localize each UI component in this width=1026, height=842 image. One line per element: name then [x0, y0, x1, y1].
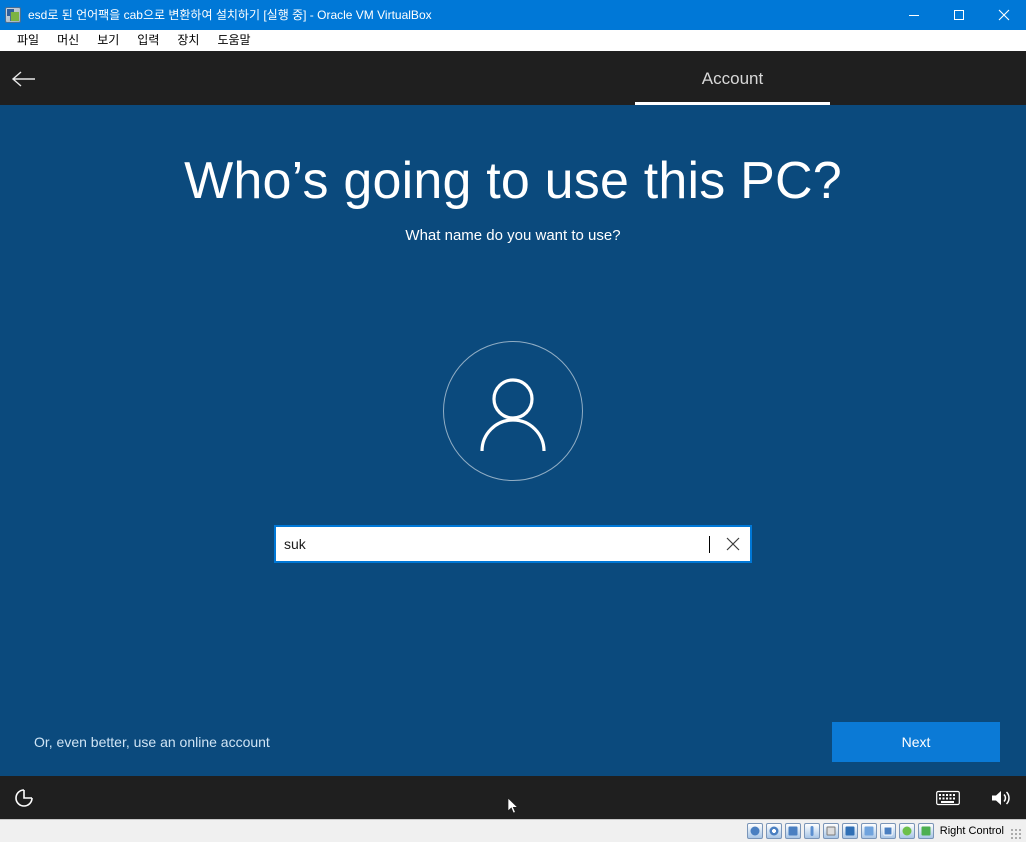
name-field-wrapper[interactable] — [274, 525, 752, 563]
oobe-taskbar-right — [936, 788, 1012, 808]
clear-x-icon[interactable] — [716, 527, 750, 561]
virtualbox-window: esd로 된 언어팩을 cab으로 변환하여 설치하기 [실행 중] - Ora… — [0, 0, 1026, 842]
person-avatar-icon — [443, 341, 583, 481]
optical-disk-icon[interactable] — [765, 823, 782, 839]
minimize-icon[interactable] — [891, 0, 936, 30]
oobe-header: Account — [0, 52, 1026, 105]
oobe-body: Who’s going to use this PC? What name do… — [0, 105, 1026, 776]
resize-grip[interactable] — [1010, 828, 1022, 840]
menu-item-file[interactable]: 파일 — [8, 30, 48, 51]
shared-clipboard-icon[interactable] — [860, 823, 877, 839]
page-title: Who’s going to use this PC? — [184, 152, 842, 210]
name-input[interactable] — [276, 527, 715, 561]
hard-disk-icon[interactable] — [746, 823, 763, 839]
host-key-label: Right Control — [939, 824, 1004, 837]
virtualbox-icon — [5, 7, 21, 23]
statusbar: Right Control — [0, 819, 1026, 842]
back-arrow-icon[interactable] — [0, 52, 48, 105]
menubar: 파일 머신 보기 입력 장치 도움말 — [0, 30, 1026, 51]
tab-account[interactable]: Account — [635, 52, 830, 105]
menu-item-machine[interactable]: 머신 — [48, 30, 88, 51]
text-caret — [709, 535, 710, 553]
window-controls — [891, 0, 1026, 30]
page-subtitle: What name do you want to use? — [405, 227, 621, 244]
next-button[interactable]: Next — [832, 722, 1000, 762]
window-title: esd로 된 언어팩을 cab으로 변환하여 설치하기 [실행 중] - Ora… — [28, 8, 432, 22]
oobe-taskbar — [0, 776, 1026, 819]
usb-icon[interactable] — [803, 823, 820, 839]
guest-additions-icon[interactable] — [898, 823, 915, 839]
maximize-icon[interactable] — [936, 0, 981, 30]
menu-item-devices[interactable]: 장치 — [168, 30, 208, 51]
statusbar-icons — [746, 823, 934, 839]
menu-item-input[interactable]: 입력 — [128, 30, 168, 51]
guest-screen: Account Who’s going to use this PC? What… — [0, 51, 1026, 819]
ease-of-access-icon[interactable] — [13, 787, 35, 809]
display-icon[interactable] — [841, 823, 858, 839]
network-icon[interactable] — [784, 823, 801, 839]
shared-folders-icon[interactable] — [822, 823, 839, 839]
window-titlebar: esd로 된 언어팩을 cab으로 변환하여 설치하기 [실행 중] - Ora… — [0, 0, 1026, 30]
recording-icon[interactable] — [879, 823, 896, 839]
keyboard-icon[interactable] — [936, 790, 960, 806]
mouse-integration-icon[interactable] — [917, 823, 934, 839]
menu-item-view[interactable]: 보기 — [88, 30, 128, 51]
online-account-link[interactable]: Or, even better, use an online account — [34, 734, 270, 750]
volume-icon[interactable] — [990, 788, 1012, 808]
menu-item-help[interactable]: 도움말 — [208, 30, 259, 51]
close-icon[interactable] — [981, 0, 1026, 30]
tab-account-label: Account — [701, 68, 764, 88]
